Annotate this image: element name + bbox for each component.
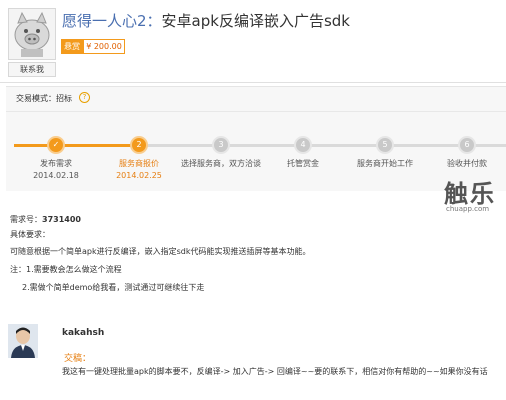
pig-avatar-icon: [9, 9, 55, 59]
step-node-4: 4: [294, 136, 312, 154]
trade-mode-value: 招标: [56, 94, 72, 103]
user-photo-icon: [8, 324, 38, 358]
bid-label: 交稿：: [64, 354, 92, 364]
bid-content: 我这有一键处理批量apk的脚本要不，反编译-> 加入广告-> 回编译~~要的联系…: [62, 367, 488, 376]
requirement-id-label: 需求号：: [10, 215, 42, 224]
step-label-1: 发布需求: [40, 159, 72, 168]
requirement-line-1: 可随意根据一个简单apk进行反编译，嵌入指定sdk代码能实现推送插屏等基本功能。: [10, 247, 311, 256]
bounty-amount: ¥ 200.00: [83, 39, 125, 54]
step-label-3: 选择服务商，双方洽谈: [181, 159, 261, 168]
step-label-2: 服务商报价: [119, 159, 159, 168]
requirement-note-1: 注：1.需要教会怎么做这个流程: [10, 265, 122, 274]
bounty-badge: 悬赏: [61, 39, 83, 54]
step-date-2: 2014.02.25: [116, 171, 162, 180]
requirement-id: 需求号：3731400: [10, 214, 81, 225]
header-divider: [0, 82, 506, 83]
step-node-1: ✓: [47, 136, 65, 154]
requirement-id-value: 3731400: [42, 215, 81, 224]
trade-mode: 交易模式：招标: [16, 93, 72, 104]
contact-button[interactable]: 联系我: [8, 62, 56, 77]
page-title: 愿得一人心2：安卓apk反编译嵌入广告sdk: [62, 10, 350, 31]
step-label-4: 托管赏金: [287, 159, 319, 168]
progress-track-done: [14, 144, 138, 147]
help-icon[interactable]: ?: [79, 92, 90, 103]
bidder-avatar[interactable]: [8, 324, 38, 358]
bidder-username[interactable]: kakahsh: [62, 328, 104, 338]
step-node-3: 3: [212, 136, 230, 154]
task-title: 安卓apk反编译嵌入广告sdk: [161, 12, 350, 30]
requirement-note-2: 2.需做个简单demo给我看，测试通过可继续往下走: [22, 283, 205, 292]
step-node-5: 5: [376, 136, 394, 154]
panel-divider: [6, 111, 506, 112]
requirement-detail-label: 具体要求：: [10, 230, 50, 239]
poster-name-link[interactable]: 愿得一人心2：: [62, 12, 162, 30]
step-label-5: 服务商开始工作: [357, 159, 413, 168]
step-date-1: 2014.02.18: [33, 171, 79, 180]
trade-mode-label: 交易模式：: [16, 94, 56, 103]
step-node-2: 2: [130, 136, 148, 154]
step-node-6: 6: [458, 136, 476, 154]
poster-avatar[interactable]: [8, 8, 56, 60]
step-label-6: 验收并付款: [447, 159, 487, 168]
watermark-logo: 触乐: [444, 180, 496, 208]
watermark-url: chuapp.com: [446, 205, 490, 213]
